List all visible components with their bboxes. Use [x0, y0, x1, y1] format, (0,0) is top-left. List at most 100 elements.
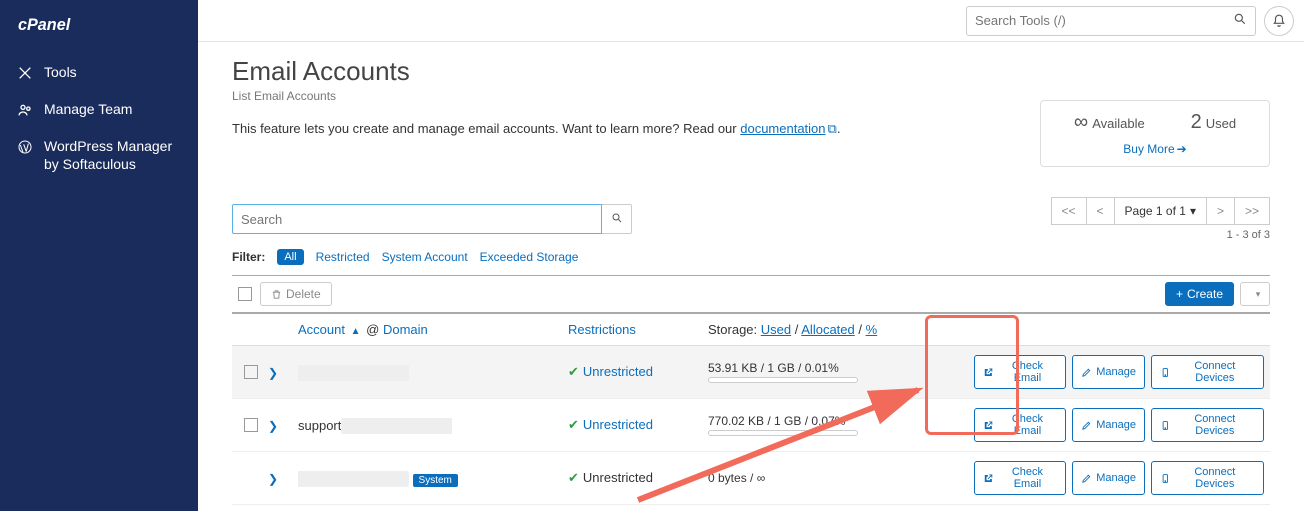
restriction-status: ✔Unrestricted — [568, 470, 653, 485]
account-name: ████████████ — [298, 365, 409, 380]
stat-used: 2Used — [1191, 111, 1236, 134]
pager-last[interactable]: >> — [1234, 197, 1270, 225]
topbar — [198, 0, 1304, 42]
sidebar: cPanel Tools Manage Team WordPress Manag… — [0, 0, 198, 511]
table-row: ❯ support████████████ ✔Unrestricted 770.02 … — [232, 399, 1270, 452]
buy-more-link[interactable]: Buy More➔ — [1051, 142, 1259, 156]
check-icon: ✔ — [568, 364, 579, 379]
check-email-button[interactable]: Check Email — [974, 408, 1066, 442]
search-group — [232, 204, 632, 234]
account-name: support████████████ — [298, 418, 452, 433]
check-icon: ✔ — [568, 417, 579, 432]
filter-system[interactable]: System Account — [382, 250, 468, 264]
sort-allocated[interactable]: Allocated — [801, 322, 854, 337]
expand-row-icon[interactable]: ❯ — [268, 366, 278, 380]
select-all-checkbox[interactable] — [238, 287, 252, 301]
row-checkbox[interactable] — [244, 365, 258, 379]
connect-devices-button[interactable]: Connect Devices — [1151, 408, 1264, 442]
search-input[interactable] — [232, 204, 602, 234]
filters: Filter: All Restricted System Account Ex… — [232, 249, 1270, 265]
filter-label: Filter: — [232, 250, 265, 264]
sidebar-item-label: WordPress Manager by Softaculous — [44, 137, 182, 173]
pager-first[interactable]: << — [1051, 197, 1087, 225]
page-title: Email Accounts — [232, 56, 1270, 87]
table-row: ❯ ████████████ System ✔Unrestricted 0 bytes … — [232, 452, 1270, 505]
check-email-button[interactable]: Check Email — [974, 355, 1066, 389]
restriction-status: ✔Unrestricted — [568, 417, 653, 432]
external-icon — [983, 420, 994, 431]
check-icon: ✔ — [568, 470, 579, 485]
search-icon — [611, 212, 623, 224]
expand-row-icon[interactable]: ❯ — [268, 419, 278, 433]
pager-info: 1 - 3 of 3 — [1052, 229, 1270, 241]
stats-box: ∞Available 2Used Buy More➔ — [1040, 100, 1270, 167]
external-link-icon: ⧉ — [828, 121, 837, 136]
search-icon — [1233, 12, 1247, 29]
connect-devices-button[interactable]: Connect Devices — [1151, 461, 1264, 495]
documentation-link[interactable]: documentation — [740, 121, 825, 136]
sidebar-item-label: Manage Team — [44, 100, 132, 118]
notifications-button[interactable] — [1264, 6, 1294, 36]
storage-text: 0 bytes / ∞ — [708, 471, 974, 485]
row-checkbox[interactable] — [244, 418, 258, 432]
create-button[interactable]: +Create — [1165, 282, 1234, 306]
sort-used[interactable]: Used — [761, 322, 791, 337]
table-row: ❯ ████████████ ✔Unrestricted 53.91 KB / 1 G… — [232, 346, 1270, 399]
connect-devices-button[interactable]: Connect Devices — [1151, 355, 1264, 389]
pager-next[interactable]: > — [1206, 197, 1235, 225]
restriction-status: ✔Unrestricted — [568, 364, 653, 379]
pager-current[interactable]: Page 1 of 1▾ — [1114, 197, 1207, 225]
logo: cPanel — [0, 0, 198, 54]
account-name: ████████████ — [298, 471, 409, 486]
sidebar-item-label: Tools — [44, 63, 77, 81]
device-icon — [1160, 367, 1171, 378]
sort-percent[interactable]: % — [866, 322, 878, 337]
main: Email Accounts List Email Accounts This … — [198, 0, 1304, 511]
filter-exceeded[interactable]: Exceeded Storage — [480, 250, 579, 264]
settings-button[interactable]: ▾ — [1240, 282, 1270, 306]
arrow-right-icon: ➔ — [1177, 142, 1187, 156]
plus-icon: + — [1176, 287, 1183, 301]
search-button[interactable] — [602, 204, 632, 234]
actions-row: Delete +Create ▾ — [232, 275, 1270, 314]
caret-down-icon: ▾ — [1256, 289, 1261, 300]
delete-button[interactable]: Delete — [260, 282, 332, 306]
storage-text: 53.91 KB / 1 GB / 0.01% — [708, 361, 974, 375]
svg-text:cPanel: cPanel — [18, 16, 71, 34]
pager: << < Page 1 of 1▾ > >> — [1052, 197, 1270, 225]
col-restrictions[interactable]: Restrictions — [568, 322, 708, 337]
filter-all[interactable]: All — [277, 249, 303, 265]
storage-meter — [708, 377, 858, 383]
caret-down-icon: ▾ — [1190, 204, 1196, 218]
manage-button[interactable]: Manage — [1072, 355, 1145, 389]
sort-icon: ▲ — [351, 326, 361, 337]
storage-text: 770.02 KB / 1 GB / 0.07% — [708, 414, 974, 428]
team-icon — [16, 101, 34, 119]
sidebar-item-wp-manager[interactable]: WordPress Manager by Softaculous — [0, 128, 198, 182]
pencil-icon — [1081, 420, 1092, 431]
search-tools-input[interactable] — [975, 13, 1233, 28]
device-icon — [1160, 420, 1171, 431]
manage-button[interactable]: Manage — [1072, 461, 1145, 495]
device-icon — [1160, 473, 1171, 484]
check-email-button[interactable]: Check Email — [974, 461, 1066, 495]
filter-restricted[interactable]: Restricted — [316, 250, 370, 264]
bell-icon — [1272, 14, 1286, 28]
manage-button[interactable]: Manage — [1072, 408, 1145, 442]
pager-prev[interactable]: < — [1086, 197, 1115, 225]
trash-icon — [271, 289, 282, 300]
content: Email Accounts List Email Accounts This … — [198, 42, 1304, 511]
storage-meter — [708, 430, 858, 436]
external-icon — [983, 367, 994, 378]
expand-row-icon[interactable]: ❯ — [268, 472, 278, 486]
table-header: Account ▲ @ Domain Restrictions Storage:… — [232, 314, 1270, 346]
col-account[interactable]: Account ▲ @ Domain — [298, 322, 568, 337]
sidebar-item-manage-team[interactable]: Manage Team — [0, 91, 198, 128]
tools-icon — [16, 64, 34, 82]
pencil-icon — [1081, 367, 1092, 378]
system-badge: System — [413, 474, 458, 487]
external-icon — [983, 473, 994, 484]
wordpress-icon — [16, 138, 34, 156]
search-tools[interactable] — [966, 6, 1256, 36]
sidebar-item-tools[interactable]: Tools — [0, 54, 198, 91]
